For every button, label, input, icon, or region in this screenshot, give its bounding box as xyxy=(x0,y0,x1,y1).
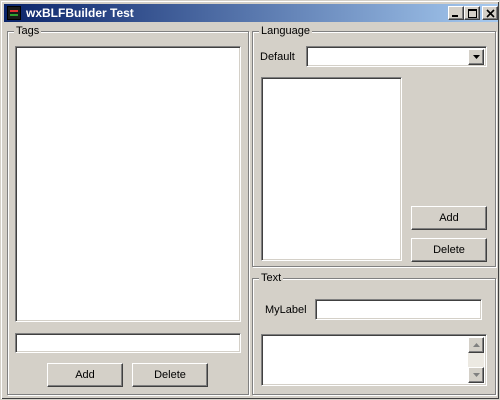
chevron-down-icon xyxy=(473,55,480,59)
scroll-down-button[interactable] xyxy=(468,367,484,383)
close-icon xyxy=(486,9,495,18)
language-list[interactable] xyxy=(261,77,402,261)
default-language-select[interactable] xyxy=(306,46,487,67)
vertical-scrollbar[interactable] xyxy=(468,337,484,383)
window-title: wxBLFBuilder Test xyxy=(26,6,134,20)
minimize-icon xyxy=(452,15,458,17)
tags-delete-button[interactable]: Delete xyxy=(132,363,208,387)
tags-add-button[interactable]: Add xyxy=(47,363,123,387)
close-button[interactable] xyxy=(482,6,498,20)
language-add-button[interactable]: Add xyxy=(411,206,487,230)
title-bar[interactable]: wxBLFBuilder Test xyxy=(4,4,498,22)
tags-input[interactable] xyxy=(15,333,241,353)
maximize-button[interactable] xyxy=(464,6,480,20)
app-icon xyxy=(7,6,21,20)
arrow-down-icon xyxy=(473,373,480,377)
arrow-up-icon xyxy=(473,343,480,347)
mylabel-input[interactable] xyxy=(315,299,482,320)
main-window: wxBLFBuilder Test Tags Add Delete Langua… xyxy=(0,0,500,400)
text-group-label: Text xyxy=(259,271,284,285)
language-delete-button[interactable]: Delete xyxy=(411,238,487,262)
mylabel-label: MyLabel xyxy=(265,304,307,316)
tags-group-label: Tags xyxy=(14,24,42,38)
scroll-up-button[interactable] xyxy=(468,337,484,353)
minimize-button[interactable] xyxy=(448,6,464,20)
dropdown-button[interactable] xyxy=(468,49,484,65)
text-multiline-input[interactable] xyxy=(261,334,487,386)
maximize-icon xyxy=(468,9,477,18)
tags-list[interactable] xyxy=(15,46,241,322)
default-label: Default xyxy=(260,51,295,63)
language-group-label: Language xyxy=(259,24,312,38)
